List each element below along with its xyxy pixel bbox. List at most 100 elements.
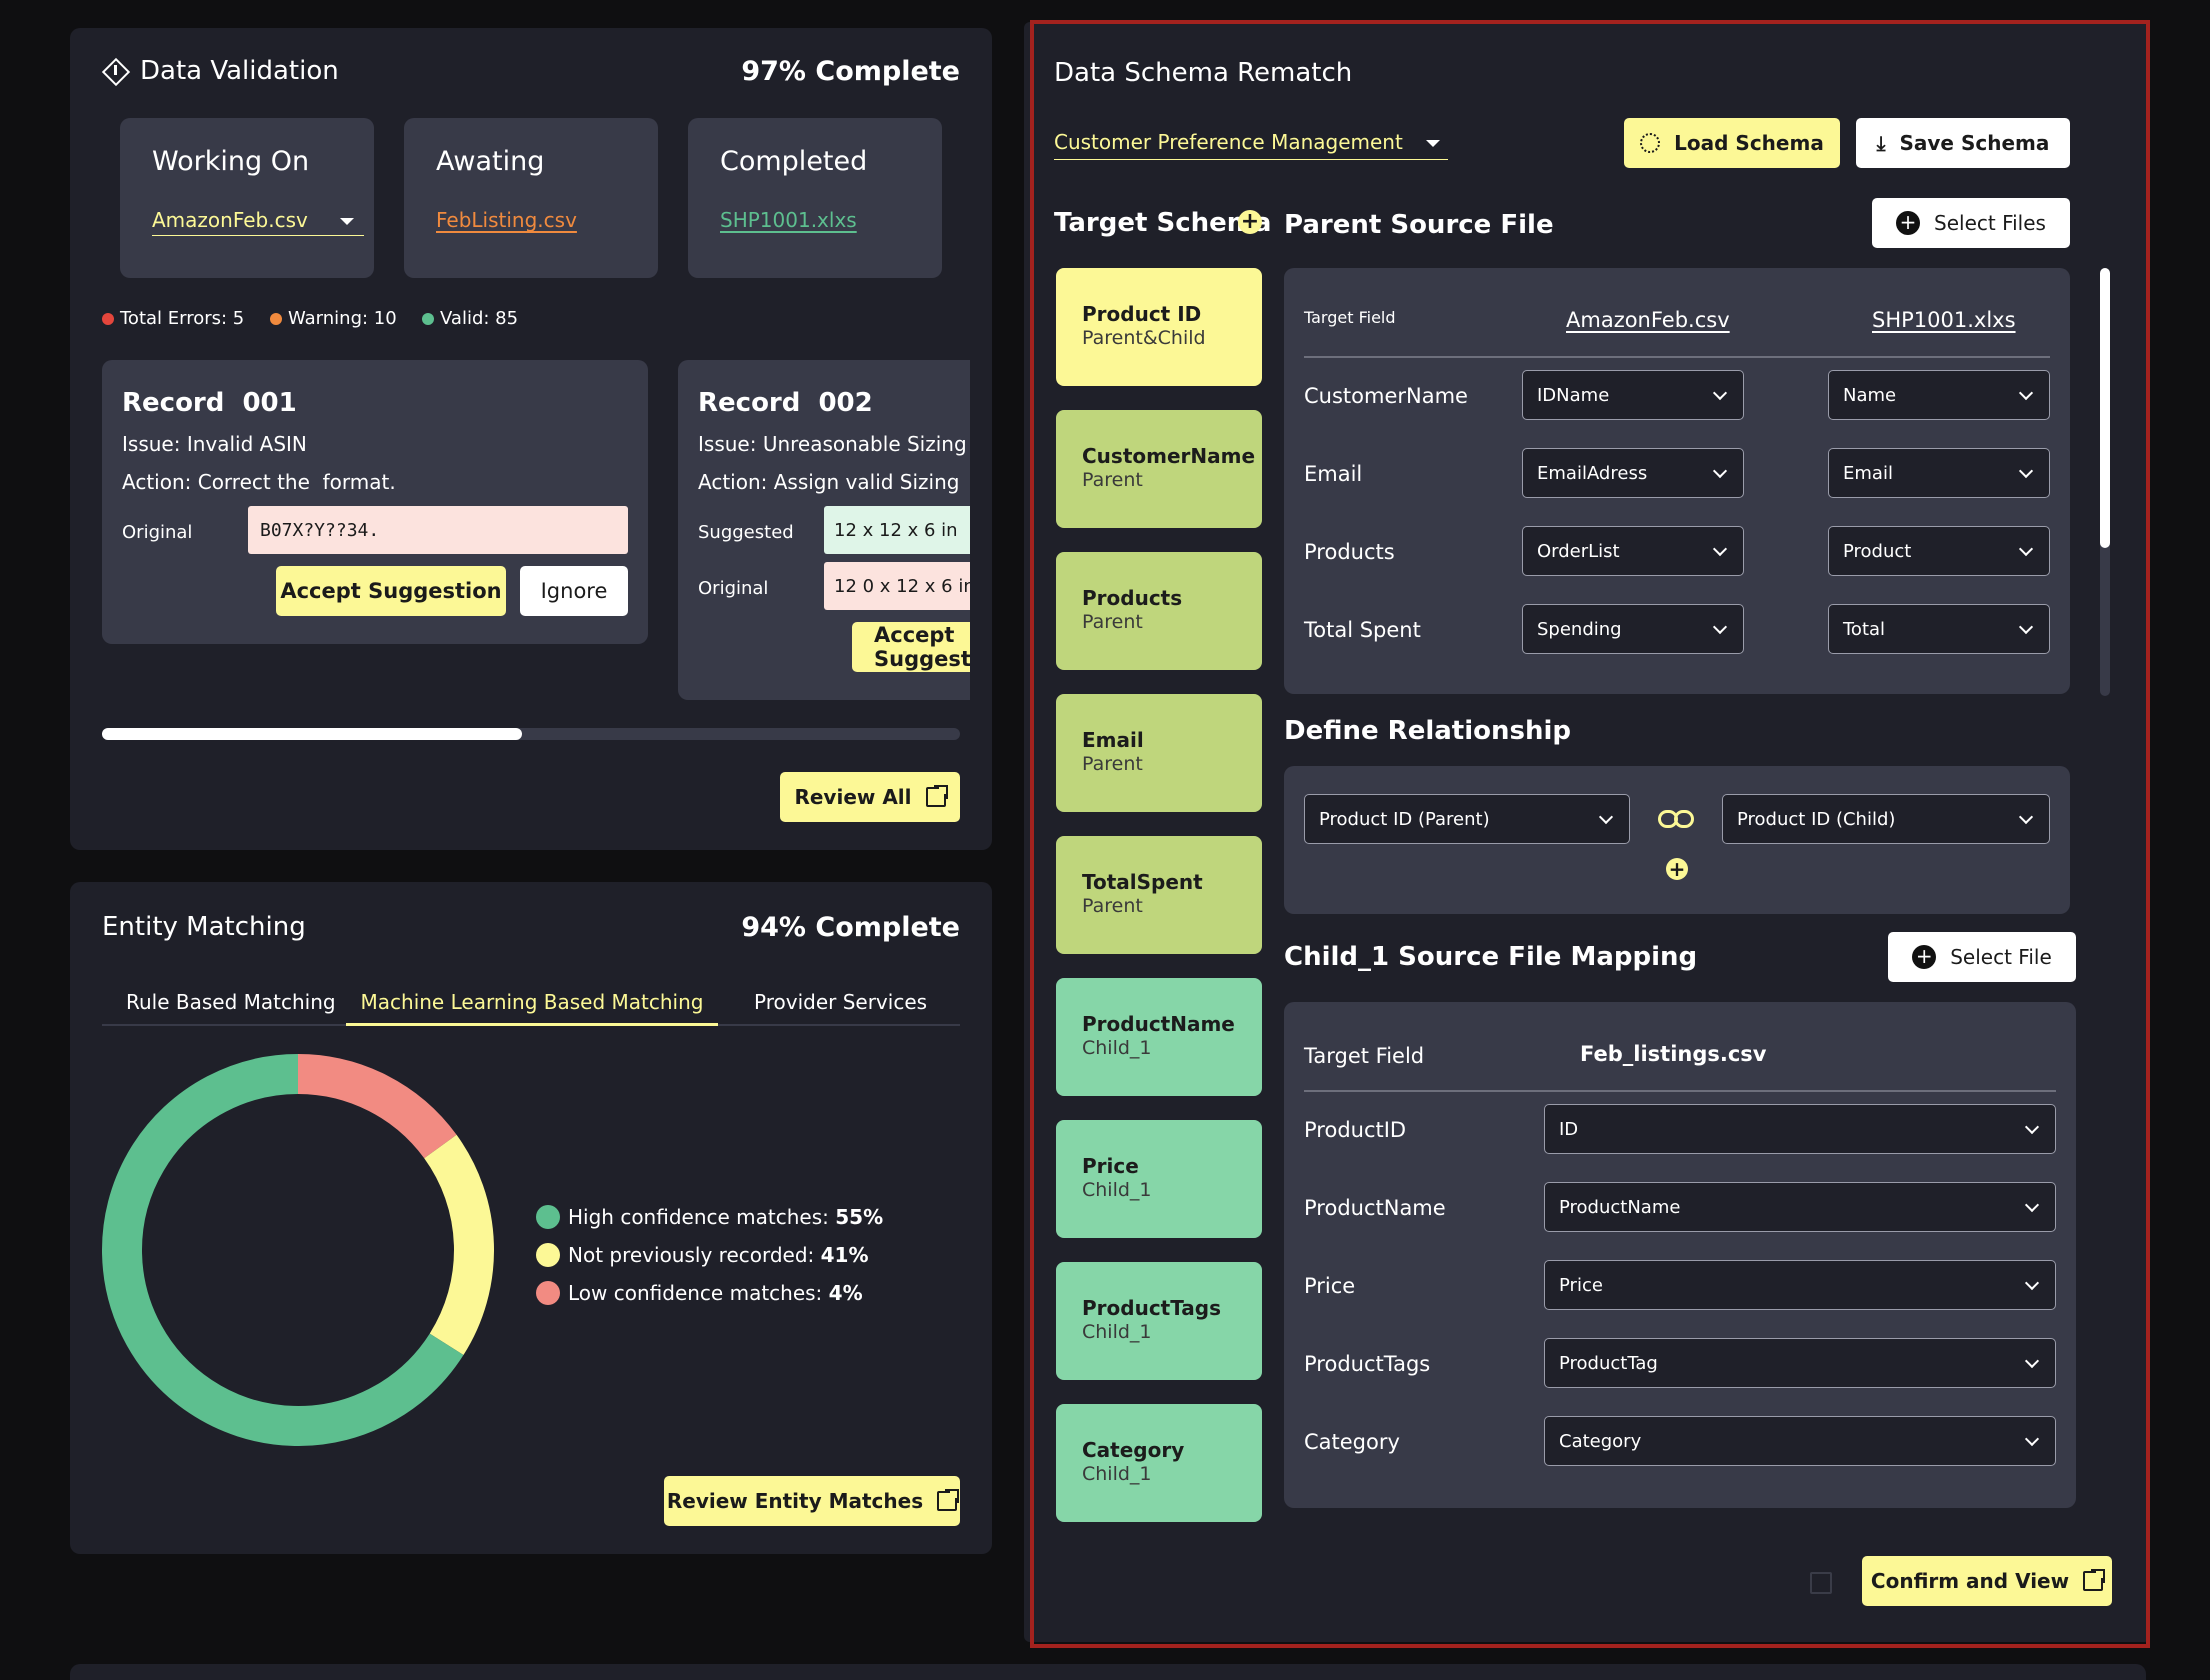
chip-name: Price	[1082, 1154, 1139, 1178]
parent-row-select-a[interactable]: OrderList	[1522, 526, 1744, 576]
legend-dot	[536, 1205, 560, 1229]
add-target-field-icon[interactable]: +	[1238, 210, 1262, 234]
entity-tabs: Rule Based Matching Machine Learning Bas…	[102, 986, 960, 1026]
parent-row-select-b[interactable]: Product	[1828, 526, 2050, 576]
save-schema-button[interactable]: ⤓ Save Schema	[1856, 118, 2070, 168]
parent-row-select-a[interactable]: IDName	[1522, 370, 1744, 420]
completed-file-link[interactable]: SHP1001.xlxs	[720, 208, 857, 232]
child-row-field: ProductTags	[1304, 1352, 1431, 1376]
record-002-title: Record 002	[698, 388, 873, 418]
relationship-child-select[interactable]: Product ID (Child)	[1722, 794, 2050, 844]
donut-segment-low	[297, 1054, 457, 1159]
entity-matching-card: Entity Matching 94% Complete Rule Based …	[70, 882, 992, 1554]
schema-select[interactable]: Customer Preference Management	[1054, 130, 1448, 160]
child-row-select[interactable]: ID	[1544, 1104, 2056, 1154]
target-field-chip[interactable]: Price Child_1	[1056, 1120, 1262, 1238]
stat-valid: Valid: 85	[422, 308, 518, 329]
chevron-down-icon	[2024, 1275, 2040, 1291]
parent-row-select-b[interactable]: Name	[1828, 370, 2050, 420]
record-002-accept-button[interactable]: Accept Suggestion	[852, 622, 970, 672]
chip-name: Email	[1082, 728, 1144, 752]
parent-header-file-a[interactable]: AmazonFeb.csv	[1566, 308, 1730, 332]
review-all-button[interactable]: Review All	[780, 772, 960, 822]
chip-name: TotalSpent	[1082, 870, 1203, 894]
target-field-chip[interactable]: Products Parent	[1056, 552, 1262, 670]
awaiting-file-link[interactable]: FebListing.csv	[436, 208, 577, 232]
chevron-down-icon	[2018, 463, 2034, 479]
legend-label: Not previously recorded:	[568, 1243, 821, 1267]
child-row-select[interactable]: Price	[1544, 1260, 2056, 1310]
record-002-suggested-field[interactable]: 12 x 12 x 6 in	[824, 506, 970, 554]
target-field-chip[interactable]: ProductName Child_1	[1056, 978, 1262, 1096]
chevron-down-icon	[2024, 1353, 2040, 1369]
tab-provider-services[interactable]: Provider Services	[754, 990, 927, 1014]
child-row-select[interactable]: ProductTag	[1544, 1338, 2056, 1388]
select-files-button[interactable]: + Select Files	[1872, 198, 2070, 248]
external-link-icon	[2083, 1568, 2107, 1591]
review-entity-matches-button[interactable]: Review Entity Matches	[664, 1476, 961, 1526]
add-relationship-icon[interactable]: +	[1666, 858, 1688, 880]
chip-type: Parent	[1082, 895, 1143, 917]
chevron-down-icon	[2018, 619, 2034, 635]
confirm-and-view-button[interactable]: Confirm and View	[1862, 1556, 2112, 1606]
status-working-label: Working On	[152, 146, 310, 177]
record-002-card: Record 002 Issue: Unreasonable Sizing Ac…	[678, 360, 970, 700]
parent-row-select-a[interactable]: Spending	[1522, 604, 1744, 654]
download-icon: ⤓	[1876, 131, 1886, 155]
record-001-issue: Issue: Invalid ASIN	[122, 432, 307, 456]
record-002-suggested-label: Suggested	[698, 522, 794, 543]
legend-item: High confidence matches: 55%	[536, 1198, 883, 1236]
record-001-original-field[interactable]: B07X?Y??34.	[248, 506, 628, 554]
child-row-select[interactable]: ProductName	[1544, 1182, 2056, 1232]
faded-external-icon	[1810, 1572, 1832, 1594]
chip-name: ProductName	[1082, 1012, 1235, 1036]
tab-machine-learning[interactable]: Machine Learning Based Matching	[346, 986, 718, 1026]
relationship-panel: Product ID (Parent) + Product ID (Child)	[1284, 766, 2070, 914]
chip-name: Product ID	[1082, 302, 1202, 326]
validation-complete: 97% Complete	[741, 56, 960, 87]
load-schema-button[interactable]: Load Schema	[1624, 118, 1840, 168]
parent-row-select-a[interactable]: EmailAdress	[1522, 448, 1744, 498]
scrollbar-thumb[interactable]	[2100, 268, 2110, 548]
target-field-chip[interactable]: Email Parent	[1056, 694, 1262, 812]
schema-title: Data Schema Rematch	[1054, 58, 1353, 88]
schema-select-value: Customer Preference Management	[1054, 130, 1403, 154]
target-field-chip[interactable]: Category Child_1	[1056, 1404, 1262, 1522]
child-row-field: ProductID	[1304, 1118, 1407, 1142]
record-002-original-label: Original	[698, 578, 769, 599]
chip-name: ProductTags	[1082, 1296, 1222, 1320]
stat-warning: Warning: 10	[270, 308, 397, 329]
target-field-chip[interactable]: CustomerName Parent	[1056, 410, 1262, 528]
chip-type: Child_1	[1082, 1037, 1152, 1059]
parent-row-field: Products	[1304, 540, 1395, 564]
parent-row-select-b[interactable]: Email	[1828, 448, 2050, 498]
record-002-original-field[interactable]: 12 0 x 12 x 6 in	[824, 562, 970, 610]
working-file-select[interactable]: AmazonFeb.csv	[152, 208, 364, 236]
child-row-field: Category	[1304, 1430, 1400, 1454]
target-field-chip[interactable]: ProductTags Child_1	[1056, 1262, 1262, 1380]
status-working-card: Working On AmazonFeb.csv	[120, 118, 374, 278]
chip-type: Parent	[1082, 469, 1143, 491]
tab-rule-based[interactable]: Rule Based Matching	[126, 990, 336, 1014]
legend-item: Not previously recorded: 41%	[536, 1236, 883, 1274]
parent-row-field: Total Spent	[1304, 618, 1421, 642]
select-file-button[interactable]: + Select File	[1888, 932, 2076, 982]
parent-header-divider	[1304, 356, 2050, 358]
ignore-button[interactable]: Ignore	[520, 566, 628, 616]
target-field-chip[interactable]: Product ID Parent&Child	[1056, 268, 1262, 386]
chip-type: Child_1	[1082, 1321, 1152, 1343]
parent-header-file-b[interactable]: SHP1001.xlxs	[1872, 308, 2016, 332]
link-icon	[1658, 810, 1694, 828]
record-001-action: Action: Correct the format.	[122, 470, 396, 494]
parent-mapping-scrollbar[interactable]	[2100, 268, 2110, 696]
validation-title: Data Validation	[140, 56, 339, 86]
target-field-chip[interactable]: TotalSpent Parent	[1056, 836, 1262, 954]
chip-name: Products	[1082, 586, 1183, 610]
child-row-select[interactable]: Category	[1544, 1416, 2056, 1466]
data-validation-card: Data Validation 97% Complete Working On …	[70, 28, 992, 850]
accept-suggestion-button[interactable]: Accept Suggestion	[276, 566, 506, 616]
relationship-parent-select[interactable]: Product ID (Parent)	[1304, 794, 1630, 844]
chip-name: Category	[1082, 1438, 1185, 1462]
gear-icon	[1640, 133, 1661, 153]
parent-row-select-b[interactable]: Total	[1828, 604, 2050, 654]
